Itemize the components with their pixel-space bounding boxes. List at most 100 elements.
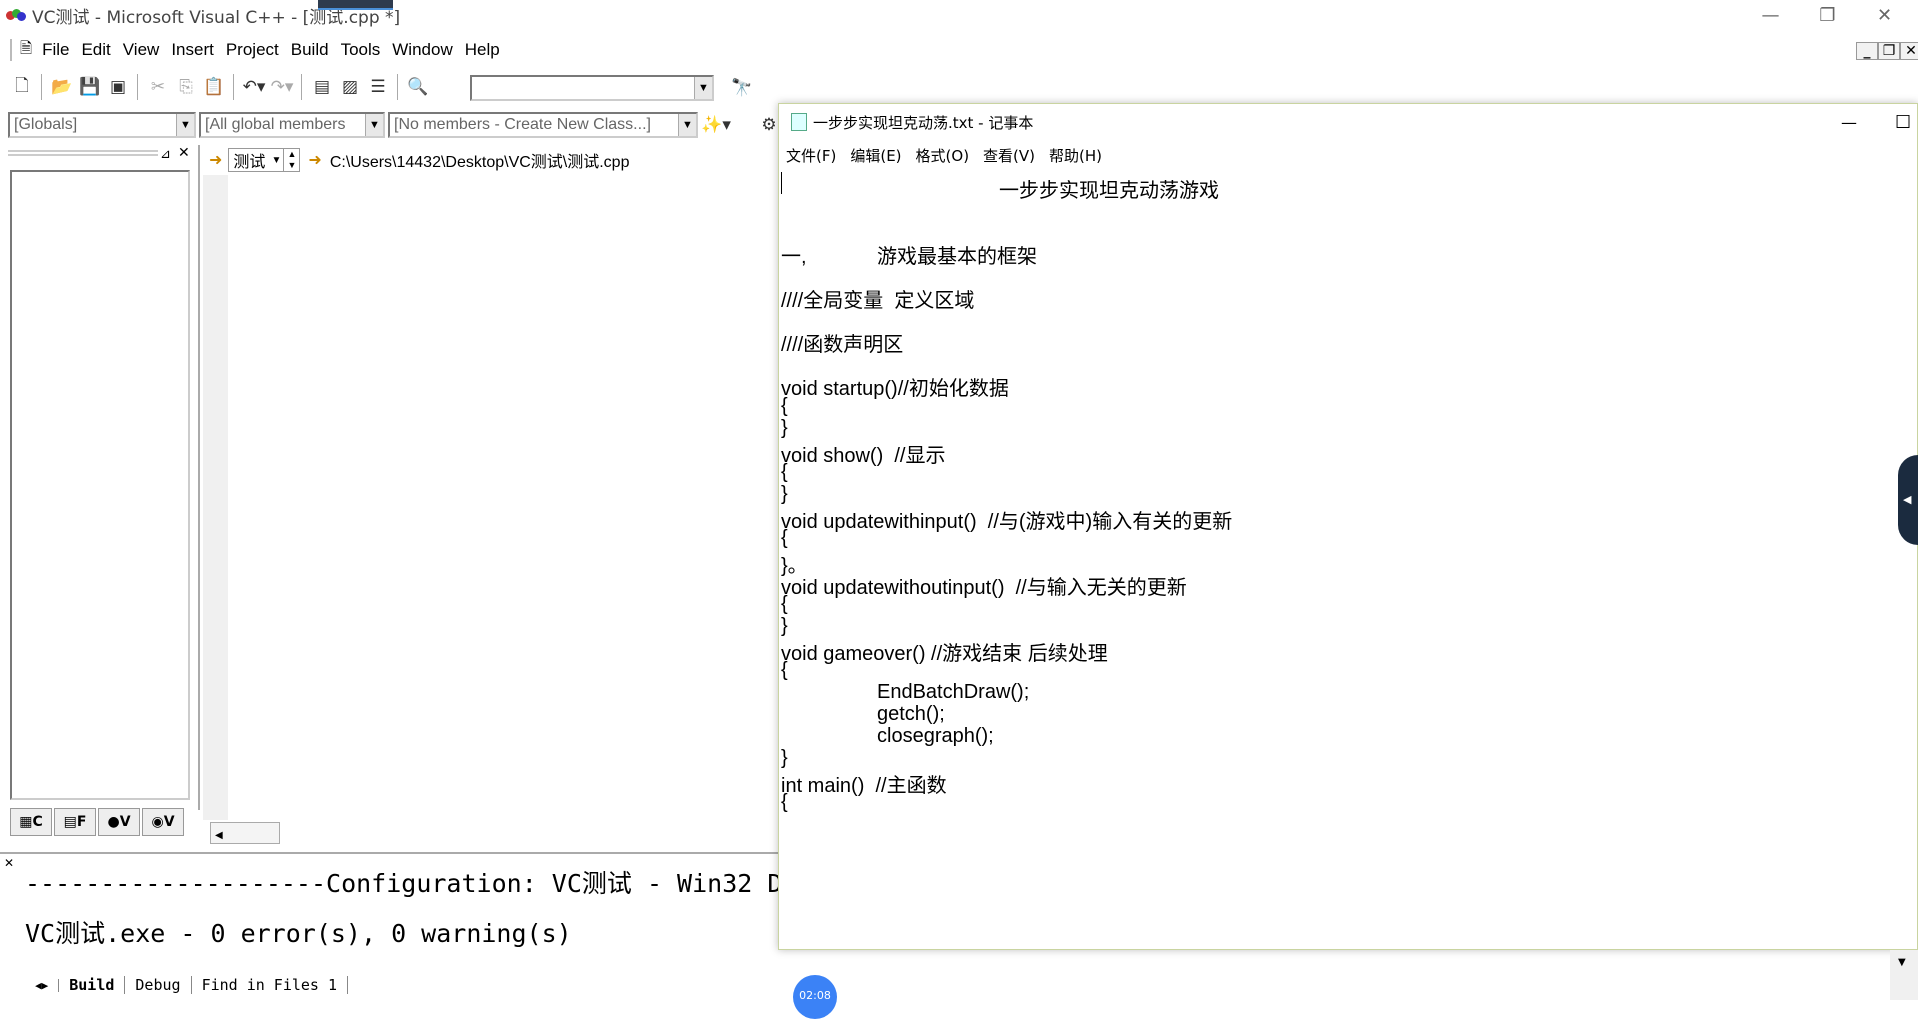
np-line: void updatewithinput() //与(游戏中)输入有关的更新 (781, 511, 1233, 533)
chevron-down-icon[interactable]: ▼ (176, 114, 194, 136)
undo-icon[interactable]: ↶▾ (240, 73, 268, 101)
other-view-tab[interactable]: ◉ V (142, 808, 184, 836)
np-menu-format[interactable]: 格式(O) (909, 145, 977, 166)
menu-insert[interactable]: Insert (165, 40, 220, 60)
np-line: { (781, 791, 788, 813)
collapse-icon[interactable]: ◀ (1903, 493, 1911, 506)
np-line: 游戏最基本的框架 (877, 246, 1037, 268)
standard-toolbar: 🗋 📂 💾 ▣ ✂ ⎘ 📋 ↶▾ ↷▾ ▤ ▨ ☰ 🔍 (8, 73, 432, 101)
tab-scroll-left-icon[interactable]: ◀▶ (25, 978, 60, 992)
find-combo[interactable]: ▼ (470, 75, 714, 101)
notepad-title: 一步步实现坦克动荡.txt - 记事本 (813, 113, 1034, 132)
menu-build[interactable]: Build (285, 40, 335, 60)
new-class-combo[interactable]: [No members - Create New Class...] ▼ (388, 112, 698, 138)
np-line: void show() //显示 (781, 445, 946, 467)
wizard-action-icon[interactable]: ✨▾ (701, 111, 731, 139)
notepad-title-bar: 一步步实现坦克动荡.txt - 记事本 — ☐ (779, 104, 1917, 140)
paste-icon[interactable]: 📋 (200, 73, 228, 101)
window-list-icon[interactable]: ☰ (364, 73, 392, 101)
output-tabs: ◀▶ Build Debug Find in Files 1 (25, 976, 349, 994)
find-icon[interactable]: 🔭 (728, 74, 756, 102)
tab-label: V (119, 814, 131, 830)
panel-dock-icon[interactable]: ⊿ (160, 147, 171, 162)
np-line: { (781, 527, 788, 549)
document-icon: 🗎 (20, 39, 33, 57)
chevron-down-icon[interactable]: ▼ (678, 114, 696, 136)
cut-icon[interactable]: ✂ (144, 73, 172, 101)
np-line: void updatewithoutinput() //与输入无关的更新 (781, 577, 1187, 599)
tab-find-in-files[interactable]: Find in Files 1 (192, 976, 349, 994)
config-combo[interactable]: 测试 ▼ ▲ ▼ (228, 148, 301, 172)
spin-icon[interactable]: ▲ ▼ (283, 149, 299, 171)
menu-window[interactable]: Window (386, 40, 458, 60)
menu-help[interactable]: Help (459, 40, 506, 60)
side-panel-tab[interactable]: ◀ (1898, 455, 1918, 545)
new-file-icon[interactable]: 🗋 (8, 73, 36, 101)
editor-header: ➜ 测试 ▼ ▲ ▼ ➜ C:\Users\14432\Desktop\VC测试\… (203, 145, 780, 175)
tab-label: V (163, 814, 175, 830)
minimize-button[interactable]: — (1743, 0, 1798, 30)
mdi-minimize-button[interactable]: _ (1856, 42, 1878, 60)
open-icon[interactable]: 📂 (48, 73, 76, 101)
redo-icon[interactable]: ↷▾ (268, 73, 296, 101)
workspace-tree[interactable] (10, 170, 190, 800)
tab-debug[interactable]: Debug (125, 976, 192, 994)
menu-view[interactable]: View (117, 40, 166, 60)
chevron-down-icon[interactable]: ▼ (272, 155, 282, 166)
np-line: ////函数声明区 (781, 334, 904, 356)
np-line: void gameover() //游戏结束 后续处理 (781, 643, 1108, 665)
save-all-icon[interactable]: ▣ (104, 73, 132, 101)
members-value: [All global members (205, 116, 346, 133)
menu-bar: 🗎 File Edit View Insert Project Build To… (0, 36, 1918, 64)
panel-close-icon[interactable]: ✕ (178, 145, 190, 161)
menu-project[interactable]: Project (220, 40, 285, 60)
globals-value: [Globals] (14, 116, 78, 133)
notepad-text-area[interactable]: 一步步实现坦克动荡游戏 一, 游戏最基本的框架 ////全局变量 定义区域 //… (781, 170, 1917, 949)
mdi-close-button[interactable]: ✕ (1900, 42, 1918, 60)
copy-icon[interactable]: ⎘ (172, 73, 200, 101)
file-view-tab[interactable]: ▤ F (54, 808, 96, 836)
tab-label: F (76, 814, 87, 830)
separator (233, 74, 235, 100)
output-close-icon[interactable]: ✕ (4, 856, 14, 870)
editor-hscrollbar[interactable]: ◀ (210, 822, 280, 844)
np-menu-help[interactable]: 帮助(H) (1042, 145, 1109, 166)
output-window-icon[interactable]: ▨ (336, 73, 364, 101)
menu-edit[interactable]: Edit (75, 40, 116, 60)
find-in-files-icon[interactable]: 🔍 (404, 73, 432, 101)
panel-grip (8, 150, 158, 156)
save-icon[interactable]: 💾 (76, 73, 104, 101)
np-line: 一, (781, 246, 807, 268)
np-menu-edit[interactable]: 编辑(E) (843, 145, 908, 166)
menu-tools[interactable]: Tools (335, 40, 387, 60)
notepad-maximize-button[interactable]: ☐ (1895, 112, 1911, 133)
scroll-left-icon[interactable]: ◀ (215, 830, 223, 841)
tab-label: C (32, 814, 43, 830)
globals-combo[interactable]: [Globals] ▼ (8, 112, 196, 138)
code-editor[interactable] (203, 175, 780, 820)
chevron-down-icon[interactable]: ▼ (365, 114, 383, 136)
np-line: { (781, 659, 788, 681)
scroll-down-icon[interactable]: ▼ (1898, 957, 1906, 968)
close-button[interactable]: ✕ (1857, 0, 1912, 30)
text-cursor (781, 172, 782, 194)
taskbar-thumbnail (318, 0, 393, 10)
notepad-window: 一步步实现坦克动荡.txt - 记事本 — ☐ 文件(F) 编辑(E) 格式(O… (778, 103, 1918, 950)
menu-file[interactable]: File (36, 40, 75, 60)
workspace-icon[interactable]: ▤ (308, 73, 336, 101)
resource-view-tab[interactable]: ● V (98, 808, 140, 836)
members-combo[interactable]: [All global members ▼ (199, 112, 385, 138)
separator (137, 74, 139, 100)
np-menu-view[interactable]: 查看(V) (976, 145, 1042, 166)
np-menu-file[interactable]: 文件(F) (779, 145, 843, 166)
class-view-tab[interactable]: ▦ C (10, 808, 52, 836)
tab-build[interactable]: Build (59, 976, 126, 994)
np-line: ////全局变量 定义区域 (781, 290, 975, 312)
notepad-minimize-button[interactable]: — (1841, 113, 1857, 132)
workspace-tabs: ▦ C ▤ F ● V ◉ V (10, 808, 184, 836)
output-line-result: VC测试.exe - 0 error(s), 0 warning(s) (25, 919, 572, 948)
main-vscrollbar[interactable]: ▼ (1890, 950, 1918, 1000)
restore-button[interactable]: ❐ (1800, 0, 1855, 30)
chevron-down-icon[interactable]: ▼ (694, 77, 712, 99)
mdi-restore-button[interactable]: ❐ (1878, 42, 1900, 60)
